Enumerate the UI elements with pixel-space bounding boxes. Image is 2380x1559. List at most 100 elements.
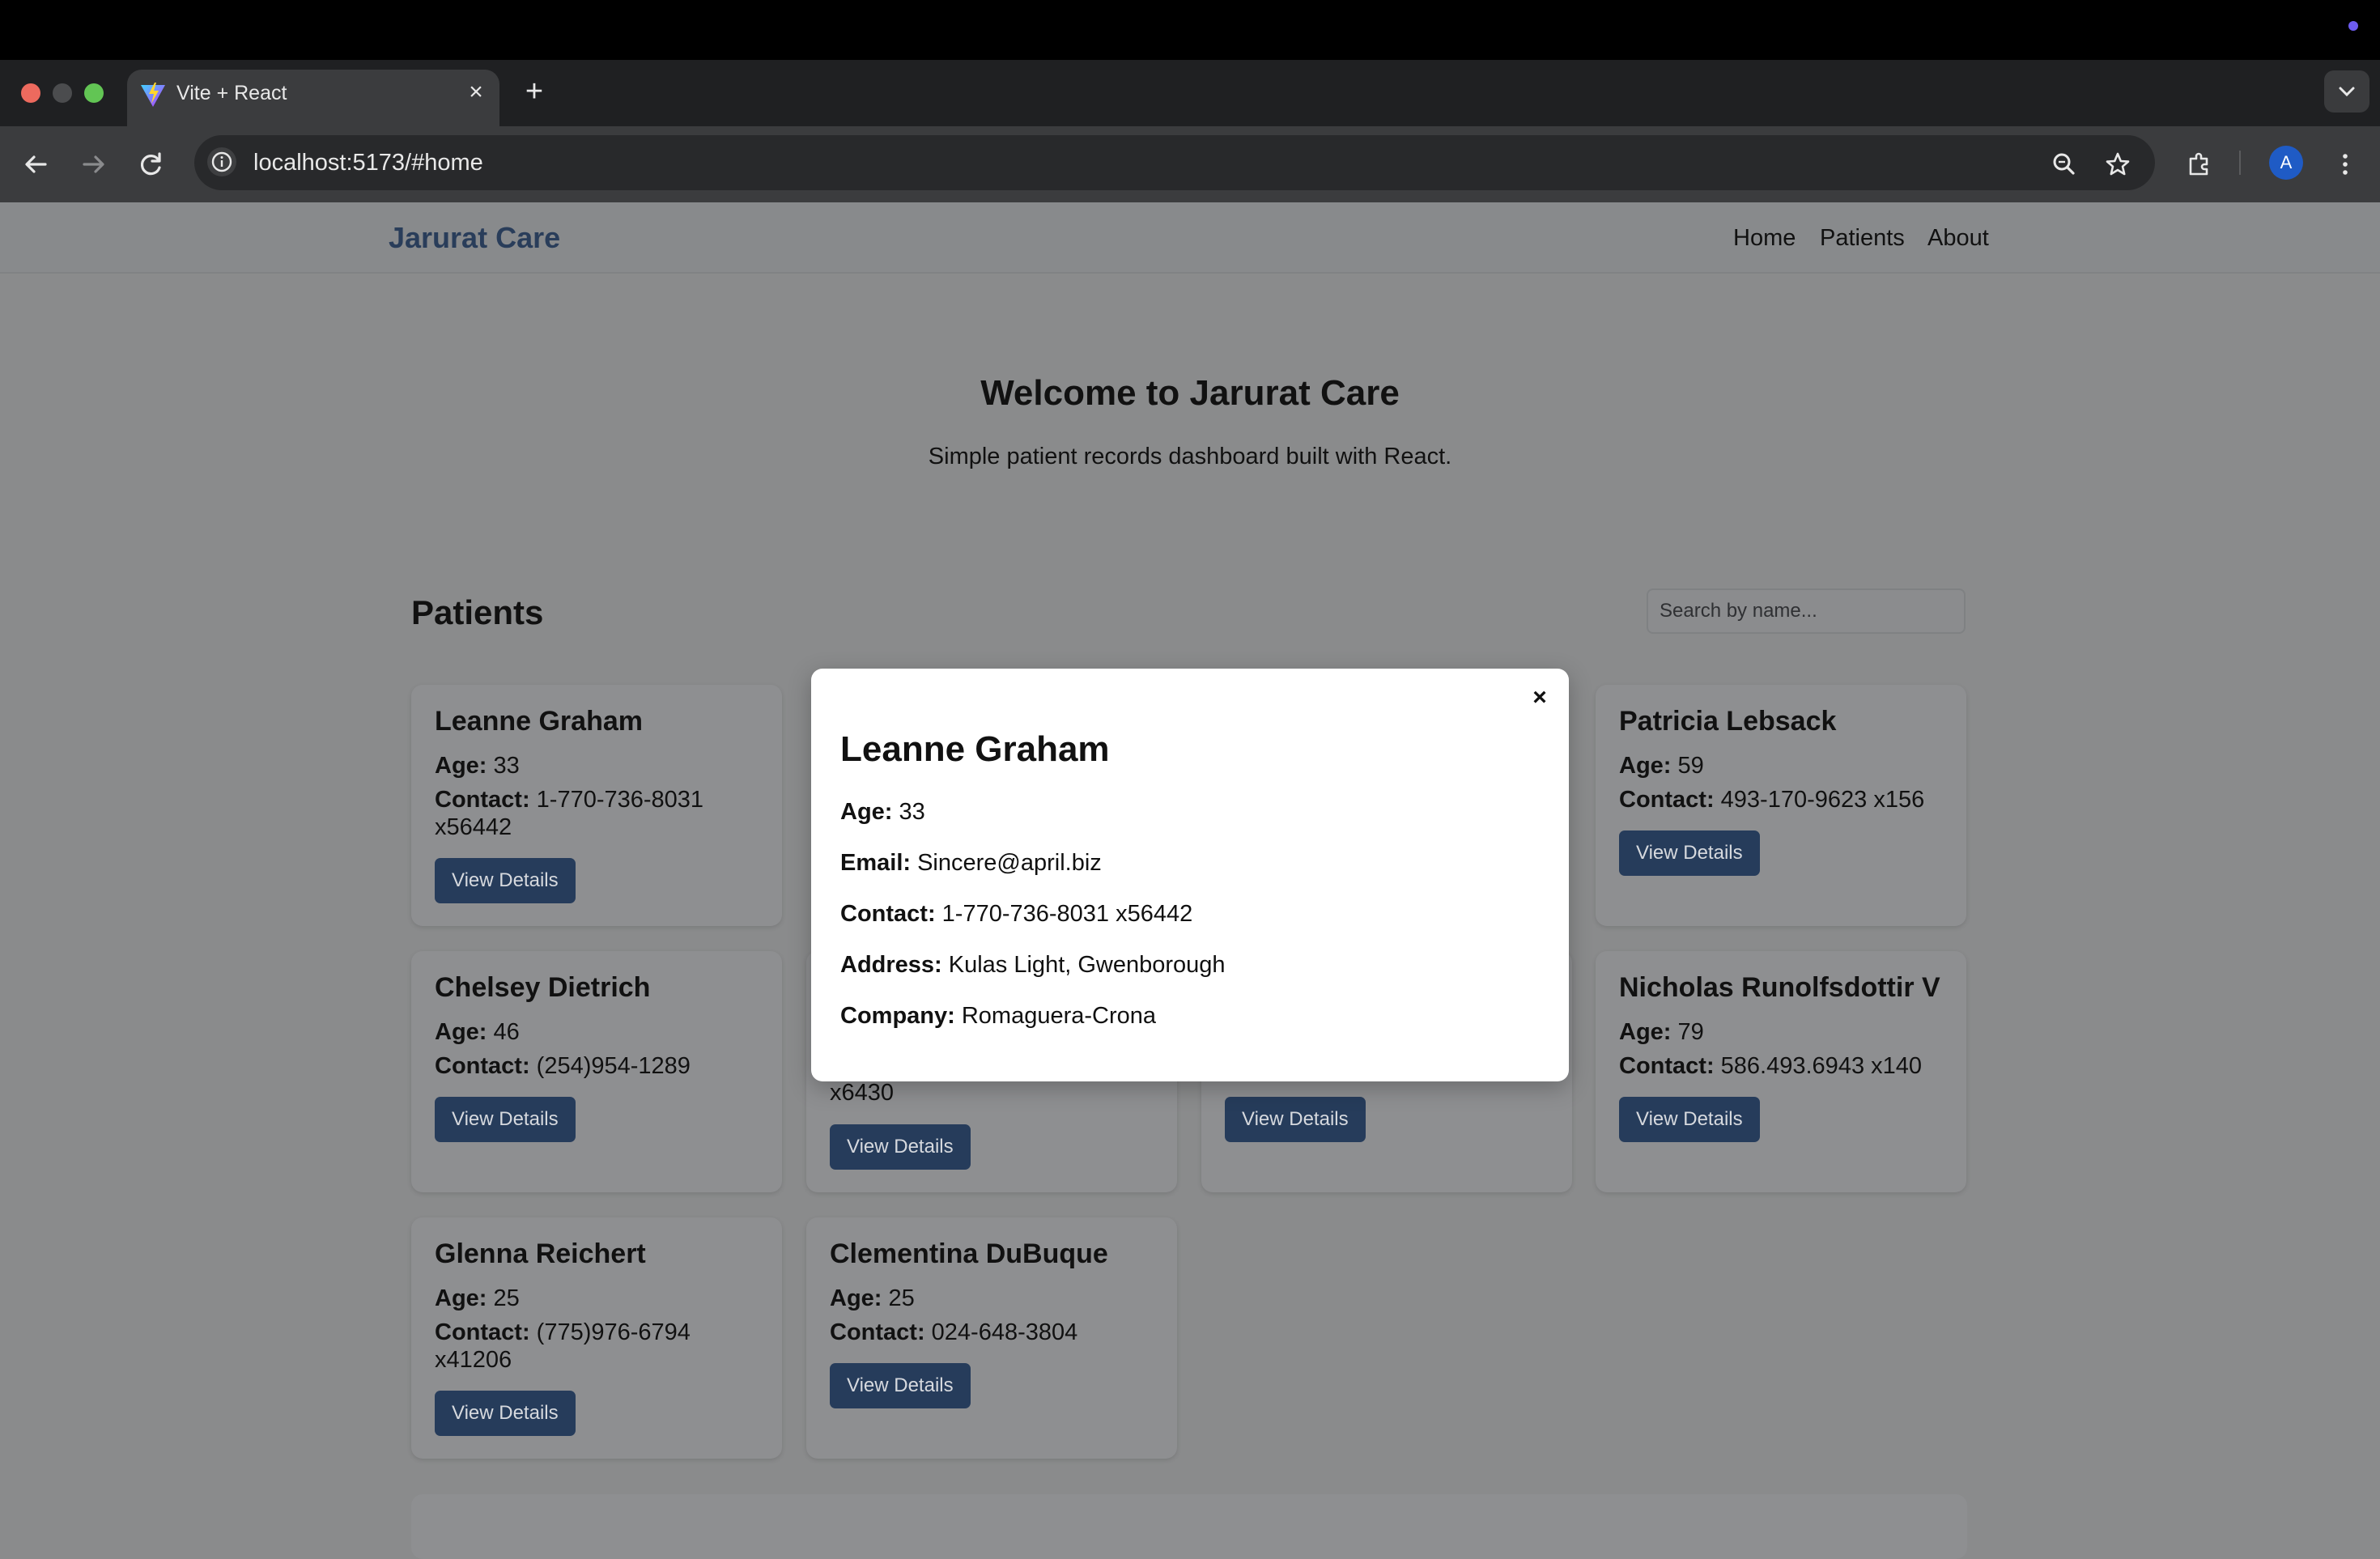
field-value: 33 bbox=[899, 799, 925, 825]
patients-heading: Patients bbox=[411, 593, 544, 631]
patient-contact: Contact: (254)954-1289 bbox=[435, 1052, 767, 1080]
patient-card: Nicholas Runolfsdottir V Age: 79 Contact… bbox=[1596, 951, 1966, 1192]
age-label: Age: bbox=[435, 1285, 487, 1311]
view-details-button[interactable]: View Details bbox=[830, 1124, 971, 1170]
nav-link-home[interactable]: Home bbox=[1733, 223, 1796, 253]
patient-name: Clementina DuBuque bbox=[830, 1238, 1108, 1269]
age-value: 79 bbox=[1677, 1019, 1704, 1045]
back-arrow-icon[interactable] bbox=[16, 144, 57, 185]
zoom-icon[interactable] bbox=[2044, 144, 2085, 185]
patient-contact: Contact: (775)976-6794 x41206 bbox=[435, 1319, 767, 1374]
contact-label: Contact: bbox=[435, 1053, 530, 1079]
age-label: Age: bbox=[1619, 753, 1672, 779]
patient-name: Nicholas Runolfsdottir V bbox=[1619, 972, 1940, 1003]
hero-title: Welcome to Jarurat Care bbox=[980, 373, 1400, 413]
nav-link-patients[interactable]: Patients bbox=[1820, 223, 1905, 253]
new-tab-button[interactable]: + bbox=[519, 75, 550, 108]
modal-company: Company: Romaguera-Crona bbox=[840, 1001, 1156, 1030]
patient-card: Patricia Lebsack Age: 59 Contact: 493-17… bbox=[1596, 685, 1966, 926]
patient-contact: Contact: 493-170-9623 x156 bbox=[1619, 786, 1951, 813]
bookmark-star-icon[interactable] bbox=[2097, 144, 2138, 185]
contact-label: Contact: bbox=[830, 1319, 925, 1345]
age-value: 25 bbox=[888, 1285, 915, 1311]
modal-close-button[interactable]: × bbox=[1522, 680, 1558, 716]
modal-age: Age: 33 bbox=[840, 797, 925, 826]
age-value: 25 bbox=[493, 1285, 520, 1311]
contact-value: (254)954-1289 bbox=[536, 1053, 691, 1079]
status-dot-icon bbox=[2348, 21, 2358, 31]
window-minimize-button[interactable] bbox=[53, 83, 72, 103]
patient-age: Age: 25 bbox=[830, 1285, 1162, 1312]
reload-icon[interactable] bbox=[131, 144, 172, 185]
chevron-down-icon bbox=[2339, 87, 2355, 97]
tab-close-icon[interactable]: × bbox=[461, 78, 491, 107]
profile-avatar[interactable]: A bbox=[2269, 146, 2303, 180]
age-label: Age: bbox=[435, 753, 487, 779]
patient-card: Clementina DuBuque Age: 25 Contact: 024-… bbox=[806, 1217, 1177, 1459]
site-navbar bbox=[0, 202, 2380, 274]
field-label: Contact: bbox=[840, 901, 936, 927]
field-value: Sincere@april.biz bbox=[917, 850, 1102, 876]
contact-label: Contact: bbox=[435, 787, 530, 813]
extensions-puzzle-icon[interactable] bbox=[2179, 144, 2220, 185]
field-label: Age: bbox=[840, 799, 893, 825]
age-label: Age: bbox=[435, 1019, 487, 1045]
footer-panel bbox=[411, 1494, 1967, 1559]
forward-arrow-icon[interactable] bbox=[73, 144, 113, 185]
view-details-button[interactable]: View Details bbox=[1225, 1097, 1366, 1142]
patient-card: Leanne Graham Age: 33 Contact: 1-770-736… bbox=[411, 685, 782, 926]
modal-address: Address: Kulas Light, Gwenborough bbox=[840, 950, 1226, 979]
contact-value: 493-170-9623 x156 bbox=[1720, 787, 1925, 813]
search-input[interactable] bbox=[1647, 588, 1966, 634]
contact-label: Contact: bbox=[435, 1319, 530, 1345]
modal-contact: Contact: 1-770-736-8031 x56442 bbox=[840, 899, 1192, 928]
field-label: Company: bbox=[840, 1003, 955, 1029]
patient-name: Patricia Lebsack bbox=[1619, 706, 1837, 737]
patient-age: Age: 33 bbox=[435, 752, 767, 780]
toolbar-divider bbox=[2239, 151, 2241, 175]
patient-contact-overflow: x6430 bbox=[830, 1080, 895, 1106]
patient-name: Leanne Graham bbox=[435, 706, 643, 737]
view-details-button[interactable]: View Details bbox=[830, 1363, 971, 1408]
patient-age: Age: 25 bbox=[435, 1285, 767, 1312]
patient-contact: Contact: 024-648-3804 bbox=[830, 1319, 1162, 1346]
site-info-icon[interactable] bbox=[207, 147, 236, 176]
address-bar[interactable] bbox=[194, 135, 2155, 190]
kebab-menu-icon[interactable] bbox=[2325, 144, 2365, 185]
os-menu-bar bbox=[0, 0, 2380, 60]
age-value: 33 bbox=[493, 753, 520, 779]
contact-value: 024-648-3804 bbox=[931, 1319, 1078, 1345]
patient-name: Chelsey Dietrich bbox=[435, 972, 651, 1003]
info-icon bbox=[211, 151, 232, 172]
window-close-button[interactable] bbox=[21, 83, 40, 103]
view-details-button[interactable]: View Details bbox=[435, 1391, 576, 1436]
brand-logo[interactable]: Jarurat Care bbox=[389, 220, 560, 256]
contact-label: Contact: bbox=[1619, 787, 1715, 813]
modal-patient-name: Leanne Graham bbox=[840, 729, 1110, 769]
window-zoom-button[interactable] bbox=[84, 83, 104, 103]
patient-card: Glenna Reichert Age: 25 Contact: (775)97… bbox=[411, 1217, 782, 1459]
hero-subtitle: Simple patient records dashboard built w… bbox=[928, 444, 1452, 469]
view-details-button[interactable]: View Details bbox=[1619, 830, 1760, 876]
modal-email: Email: Sincere@april.biz bbox=[840, 848, 1102, 877]
field-label: Address: bbox=[840, 952, 942, 978]
field-value: 1-770-736-8031 x56442 bbox=[941, 901, 1193, 927]
age-value: 46 bbox=[493, 1019, 520, 1045]
age-label: Age: bbox=[1619, 1019, 1672, 1045]
nav-link-about[interactable]: About bbox=[1927, 223, 1989, 253]
url-text[interactable]: localhost:5173/#home bbox=[253, 148, 483, 177]
contact-value: 586.493.6943 x140 bbox=[1720, 1053, 1923, 1079]
tab-search-button[interactable] bbox=[2324, 70, 2369, 113]
tab-title: Vite + React bbox=[176, 82, 287, 104]
age-label: Age: bbox=[830, 1285, 882, 1311]
view-details-button[interactable]: View Details bbox=[1619, 1097, 1760, 1142]
patient-age: Age: 59 bbox=[1619, 752, 1951, 780]
view-details-button[interactable]: View Details bbox=[435, 858, 576, 903]
field-label: Email: bbox=[840, 850, 912, 876]
patient-age: Age: 46 bbox=[435, 1018, 767, 1046]
patient-contact: Contact: 586.493.6943 x140 bbox=[1619, 1052, 1951, 1080]
view-details-button[interactable]: View Details bbox=[435, 1097, 576, 1142]
patient-age: Age: 79 bbox=[1619, 1018, 1951, 1046]
contact-label: Contact: bbox=[1619, 1053, 1715, 1079]
field-value: Romaguera-Crona bbox=[961, 1003, 1157, 1029]
